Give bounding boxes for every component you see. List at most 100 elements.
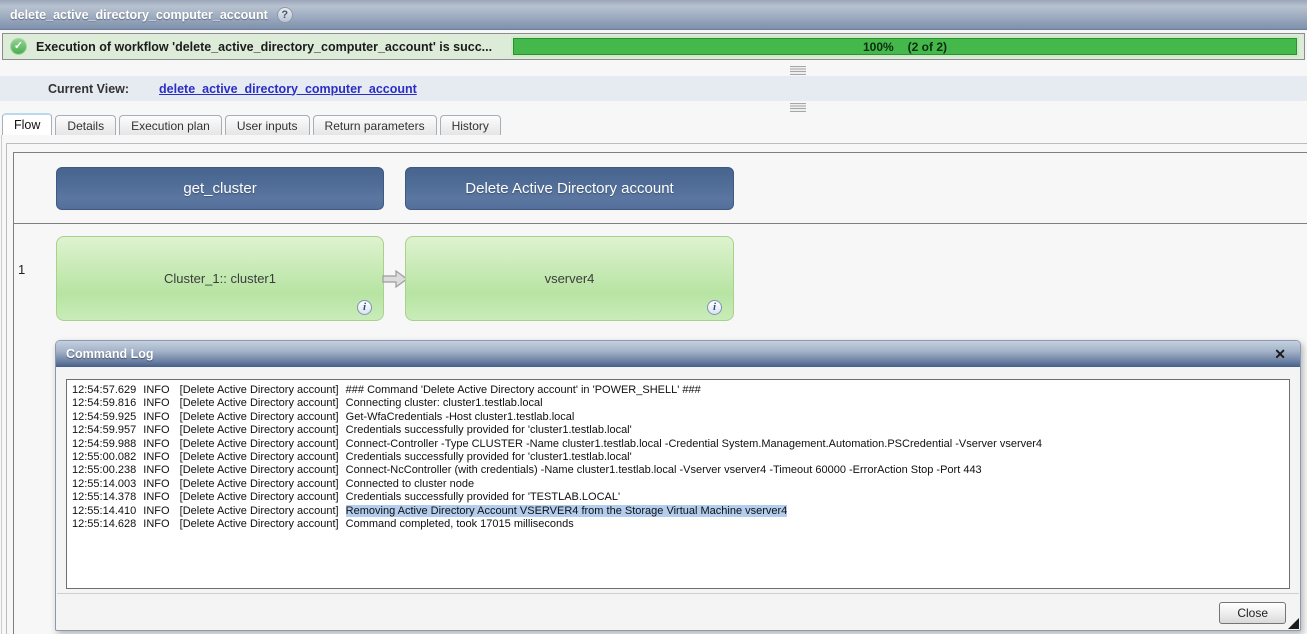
log-source: [Delete Active Directory account] [179,451,339,464]
view-tab[interactable]: Return parameters [312,115,437,135]
log-entry: 12:55:14.410 INFO [Delete Active Directo… [72,504,1284,518]
window-title: delete_active_directory_computer_account [10,7,268,22]
success-check-icon: ✓ [10,38,27,55]
log-level: INFO [143,424,170,437]
log-level: INFO [143,477,170,490]
step-result-label: Cluster_1:: cluster1 [164,271,276,286]
log-message: Connecting cluster: cluster1.testlab.loc… [345,397,543,410]
log-entry: 12:54:59.988 INFO [Delete Active Directo… [72,438,1284,451]
splitter-handle-top[interactable] [790,66,806,75]
log-message: Connect-Controller -Type CLUSTER -Name c… [345,437,1043,450]
log-level: INFO [143,410,170,423]
log-level: INFO [143,397,170,410]
view-tab-label: History [451,118,489,133]
log-level: INFO [143,451,170,464]
step-result-cluster[interactable]: Cluster_1:: cluster1 i [56,236,384,321]
execution-status-message: Execution of workflow 'delete_active_dir… [36,39,493,54]
log-timestamp: 12:55:00.082 [72,451,137,464]
command-log-title: Command Log [66,347,154,361]
log-entry: 12:54:59.816 INFO [Delete Active Directo… [72,397,1284,410]
workflow-execution-window: delete_active_directory_computer_account… [0,0,1307,634]
dialog-footer: Close [57,593,1299,629]
log-message: Credentials successfully provided for 'c… [345,451,632,464]
command-log-dialog: Command Log ✕ 12:54:57.629 INFO [Delete … [55,340,1301,631]
current-view-link[interactable]: delete_active_directory_computer_account [159,82,417,96]
command-header-get-cluster: get_cluster [56,167,384,210]
execution-progress-bar: 100% (2 of 2) [513,38,1297,55]
log-message: ### Command 'Delete Active Directory acc… [345,384,701,396]
step-result-vserver[interactable]: vserver4 i [405,236,734,321]
log-message: Get-WfaCredentials -Host cluster1.testla… [345,410,575,423]
log-message: Removing Active Directory Account VSERVE… [345,504,788,517]
dialog-resize-handle[interactable] [1288,618,1299,629]
command-header-delete-ad-account: Delete Active Directory account [405,167,734,210]
flow-panel-left-edge [1,135,2,634]
log-timestamp: 12:54:59.925 [72,410,137,423]
flow-header-row: get_cluster Delete Active Directory acco… [14,153,1307,224]
log-timestamp: 12:54:59.816 [72,397,137,410]
log-message: Credentials successfully provided for 'T… [345,491,621,504]
log-message: Connected to cluster node [345,477,475,490]
log-level: INFO [143,384,170,396]
log-message: Command completed, took 17015 millisecon… [345,518,574,531]
current-view-bar: Current View: delete_active_directory_co… [0,76,1307,101]
log-entry: 12:54:59.957 INFO [Delete Active Directo… [72,424,1284,437]
log-timestamp: 12:54:59.988 [72,437,137,450]
log-timestamp: 12:55:14.003 [72,477,137,490]
log-source: [Delete Active Directory account] [179,410,339,423]
current-view-label: Current View: [48,81,130,96]
log-entry: 12:55:14.378 INFO [Delete Active Directo… [72,491,1284,504]
close-button[interactable]: Close [1219,602,1286,624]
window-titlebar: delete_active_directory_computer_account… [0,0,1307,30]
command-log-titlebar[interactable]: Command Log ✕ [56,341,1300,367]
dialog-close-icon[interactable]: ✕ [1274,347,1286,361]
progress-count: (2 of 2) [907,39,948,54]
command-header-label: get_cluster [183,180,257,197]
progress-percent: 100% [862,39,894,54]
log-entry: 12:55:00.238 INFO [Delete Active Directo… [72,464,1284,477]
log-timestamp: 12:55:14.410 [72,504,137,517]
log-level: INFO [143,491,170,504]
log-entry: 12:55:00.082 INFO [Delete Active Directo… [72,451,1284,464]
log-level: INFO [143,464,170,477]
view-tab-label: Execution plan [131,118,210,133]
log-source: [Delete Active Directory account] [179,437,339,450]
help-icon[interactable]: ? [276,6,293,23]
flow-row-number: 1 [18,262,26,277]
view-tab[interactable]: User inputs [224,115,310,135]
execution-progress-track: 100% (2 of 2) [511,36,1299,57]
log-timestamp: 12:55:00.238 [72,464,137,477]
command-log-viewer[interactable]: 12:54:57.629 INFO [Delete Active Directo… [66,379,1290,589]
splitter-handle-bottom[interactable] [790,103,806,112]
view-tab-label: User inputs [236,118,298,133]
log-message: Credentials successfully provided for 'c… [345,424,632,437]
log-source: [Delete Active Directory account] [179,397,339,410]
log-timestamp: 12:55:14.628 [72,518,137,531]
view-tab-label: Return parameters [324,118,425,133]
log-source: [Delete Active Directory account] [179,384,339,396]
log-level: INFO [143,437,170,450]
view-tab[interactable]: Flow [2,113,53,135]
log-level: INFO [143,504,170,517]
view-tab[interactable]: History [439,115,501,135]
view-tabs: Flow Details Execution plan User inputs … [0,113,1307,135]
log-source: [Delete Active Directory account] [179,504,339,517]
log-entry: 12:55:14.628 INFO [Delete Active Directo… [72,518,1284,531]
log-entry: 12:55:14.003 INFO [Delete Active Directo… [72,478,1284,491]
log-entry: 12:54:59.925 INFO [Delete Active Directo… [72,411,1284,424]
log-entry: 12:54:57.629 INFO [Delete Active Directo… [72,384,1284,397]
info-icon[interactable]: i [707,300,722,315]
log-source: [Delete Active Directory account] [179,464,339,477]
log-level: INFO [143,518,170,531]
view-tab-label: Flow [14,118,41,132]
log-timestamp: 12:54:59.957 [72,424,137,437]
view-tab-label: Details [67,118,105,133]
log-source: [Delete Active Directory account] [179,477,339,490]
execution-status-bar: ✓ Execution of workflow 'delete_active_d… [2,33,1305,60]
command-header-label: Delete Active Directory account [465,180,674,197]
log-message: Connect-NcController (with credentials) … [345,464,982,477]
view-tab[interactable]: Execution plan [119,115,222,135]
info-icon[interactable]: i [357,300,372,315]
log-source: [Delete Active Directory account] [179,518,339,531]
view-tab[interactable]: Details [55,115,117,135]
